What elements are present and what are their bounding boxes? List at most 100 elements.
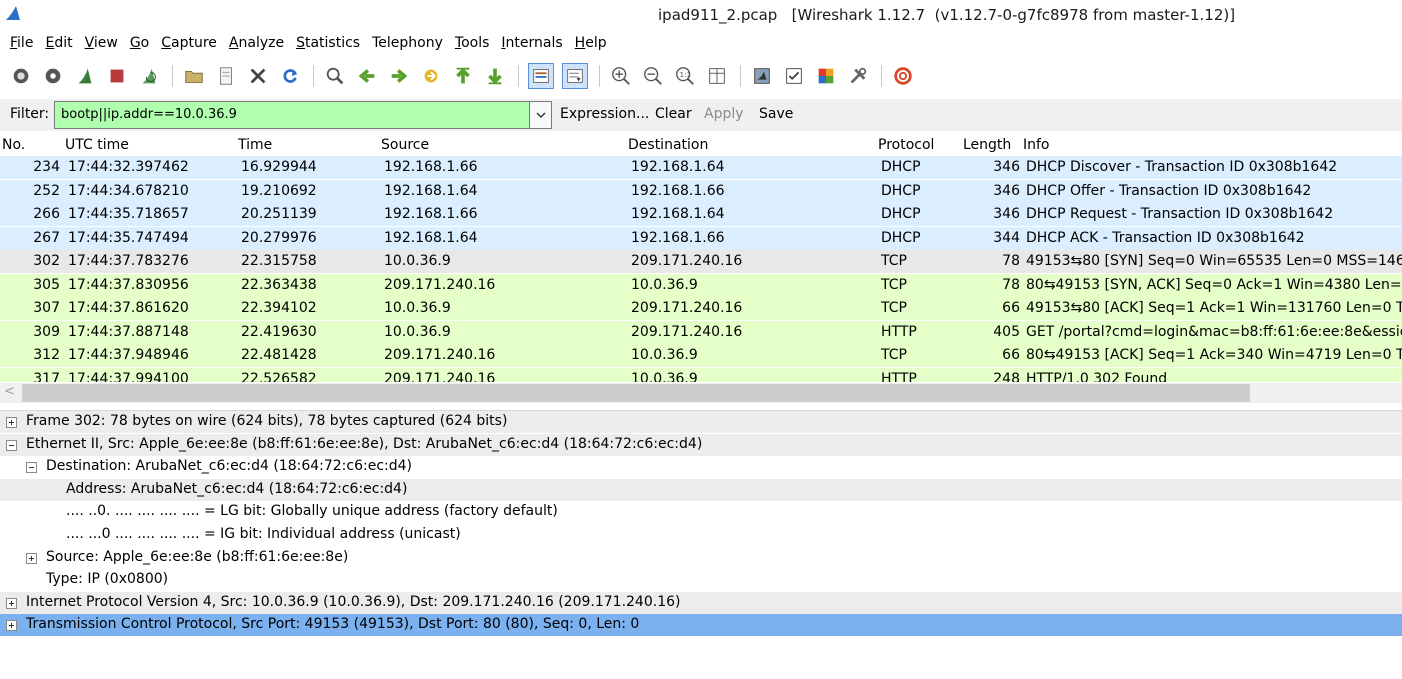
go-to-packet-button[interactable] <box>419 64 443 88</box>
cell-info: HTTP/1.0 302 Found <box>1026 370 1168 383</box>
detail-tree-item[interactable]: .... ..0. .... .... .... .... = LG bit: … <box>0 501 1402 523</box>
open-file-button[interactable] <box>182 64 206 88</box>
packet-list-horizontal-scrollbar[interactable]: < <box>0 383 1402 403</box>
capture-filters-button[interactable] <box>750 64 774 88</box>
detail-tree-item[interactable]: Source: Apple_6e:ee:8e (b8:ff:61:6e:ee:8… <box>0 547 1402 569</box>
column-header-protocol[interactable]: Protocol <box>878 137 934 153</box>
interfaces-button[interactable] <box>9 64 33 88</box>
packet-row[interactable]: 317 17:44:37.994100 22.526582 209.171.240.1… <box>0 367 1402 383</box>
preferences-icon <box>850 67 867 84</box>
collapse-icon[interactable] <box>26 462 37 474</box>
apply-button[interactable]: Apply <box>704 106 744 122</box>
cell-destination: 10.0.36.9 <box>631 347 698 363</box>
detail-tree-item[interactable]: Internet Protocol Version 4, Src: 10.0.3… <box>0 591 1402 614</box>
find-button[interactable] <box>323 64 347 88</box>
zoom-in-button[interactable] <box>609 64 633 88</box>
expand-icon[interactable] <box>6 620 17 632</box>
filter-dropdown-button[interactable] <box>530 101 552 129</box>
cell-utc-time: 17:44:32.397462 <box>68 159 189 175</box>
menu-label-rest: elp <box>585 35 607 51</box>
normal-size-button[interactable]: 1:1 <box>673 64 697 88</box>
expand-icon[interactable] <box>6 597 17 609</box>
menu-view[interactable]: View <box>79 35 124 51</box>
cell-time: 19.210692 <box>241 182 317 199</box>
menu-statistics[interactable]: Statistics <box>290 35 366 51</box>
go-back-icon <box>358 69 375 83</box>
coloring-rules-button[interactable] <box>814 64 838 88</box>
packet-row[interactable]: 234 17:44:32.397462 16.929944 192.168.1.66 1… <box>0 156 1402 179</box>
colorize-button[interactable] <box>528 63 554 89</box>
menu-label-rest: nalyze <box>238 35 285 51</box>
menu-telephony[interactable]: Telephony <box>366 35 449 51</box>
scrollbar-thumb[interactable] <box>22 384 1250 402</box>
cell-protocol: TCP <box>881 347 907 363</box>
menu-tools[interactable]: Tools <box>449 35 496 51</box>
reload-button[interactable] <box>278 64 302 88</box>
first-packet-button[interactable] <box>451 64 475 88</box>
detail-tree-item[interactable]: Type: IP (0x0800) <box>0 569 1402 591</box>
packet-row[interactable]: 309 17:44:37.887148 22.419630 10.0.36.9 209.… <box>0 320 1402 344</box>
save-filter-button[interactable]: Save <box>759 106 793 122</box>
packet-row[interactable]: 266 17:44:35.718657 20.251139 192.168.1.66 1… <box>0 203 1402 226</box>
menu-label-rest: nternals <box>505 35 563 51</box>
resize-columns-button[interactable] <box>705 64 729 88</box>
packet-row[interactable]: 252 17:44:34.678210 19.210692 192.168.1.64 1… <box>0 179 1402 203</box>
cell-length: 78 <box>1002 253 1020 269</box>
expression-button[interactable]: Expression... <box>560 106 649 122</box>
cell-no: 317 <box>33 370 60 383</box>
collapse-icon[interactable] <box>6 439 17 451</box>
detail-tree-item[interactable]: Frame 302: 78 bytes on wire (624 bits), … <box>0 411 1402 433</box>
expand-icon[interactable] <box>6 417 17 428</box>
menu-edit[interactable]: Edit <box>39 35 78 51</box>
scroll-left-icon[interactable]: < <box>4 384 15 399</box>
start-capture-button[interactable] <box>73 64 97 88</box>
options-button[interactable] <box>41 64 65 88</box>
packet-row[interactable]: 302 17:44:37.783276 22.315758 10.0.36.9 209.… <box>0 250 1402 273</box>
detail-tree-item[interactable]: Address: ArubaNet_c6:ec:d4 (18:64:72:c6:… <box>0 478 1402 501</box>
capture-filters-icon <box>754 68 770 84</box>
title-bar: ipad911_2.pcap [Wireshark 1.12.7 (v1.12.… <box>0 0 1402 30</box>
display-filter-input[interactable]: bootp||ip.addr==10.0.36.9 <box>54 101 530 129</box>
column-header-utc-time[interactable]: UTC time <box>65 137 129 153</box>
menu-file[interactable]: File <box>4 35 39 51</box>
menu-go[interactable]: Go <box>124 35 155 51</box>
detail-tree-item[interactable]: Ethernet II, Src: Apple_6e:ee:8e (b8:ff:… <box>0 433 1402 456</box>
stop-capture-button[interactable] <box>105 64 129 88</box>
go-back-button[interactable] <box>355 64 379 88</box>
save-file-button[interactable] <box>214 64 238 88</box>
restart-capture-button[interactable] <box>137 64 161 88</box>
column-header-source[interactable]: Source <box>381 137 429 153</box>
last-packet-button[interactable] <box>483 64 507 88</box>
menu-internals[interactable]: Internals <box>495 35 568 51</box>
expand-icon[interactable] <box>26 552 37 564</box>
packet-row[interactable]: 267 17:44:35.747494 20.279976 192.168.1.64 1… <box>0 226 1402 250</box>
preferences-button[interactable] <box>846 64 870 88</box>
find-icon <box>326 67 344 85</box>
detail-tree-item[interactable]: .... ...0 .... .... .... .... = IG bit: … <box>0 524 1402 546</box>
packet-row[interactable]: 305 17:44:37.830956 22.363438 209.171.240.1… <box>0 273 1402 297</box>
column-header-destination[interactable]: Destination <box>628 137 708 153</box>
menu-capture[interactable]: Capture <box>155 35 223 51</box>
cell-no: 267 <box>33 229 60 246</box>
column-header-length[interactable]: Length <box>963 137 1011 153</box>
packet-row[interactable]: 312 17:44:37.948946 22.481428 209.171.240.1… <box>0 344 1402 367</box>
column-header-no[interactable]: No. <box>2 137 25 153</box>
packet-row[interactable]: 307 17:44:37.861620 22.394102 10.0.36.9 209.… <box>0 297 1402 320</box>
column-header-time[interactable]: Time <box>238 137 272 153</box>
go-forward-button[interactable] <box>387 64 411 88</box>
zoom-out-button[interactable] <box>641 64 665 88</box>
display-filters-button[interactable] <box>782 64 806 88</box>
close-file-button[interactable] <box>246 64 270 88</box>
zoom-out-icon <box>644 67 662 85</box>
clear-button[interactable]: Clear <box>655 106 692 122</box>
resize-columns-icon <box>709 68 725 84</box>
cell-time: 22.394102 <box>241 300 317 316</box>
column-header-info[interactable]: Info <box>1023 137 1050 153</box>
detail-tree-item[interactable]: Transmission Control Protocol, Src Port:… <box>0 614 1402 637</box>
autoscroll-button[interactable] <box>562 63 588 89</box>
help-button[interactable] <box>891 64 915 88</box>
detail-tree-item[interactable]: Destination: ArubaNet_c6:ec:d4 (18:64:72… <box>0 456 1402 478</box>
menu-help[interactable]: Help <box>569 35 613 51</box>
menu-analyze[interactable]: Analyze <box>223 35 290 51</box>
cell-length: 346 <box>993 206 1020 222</box>
